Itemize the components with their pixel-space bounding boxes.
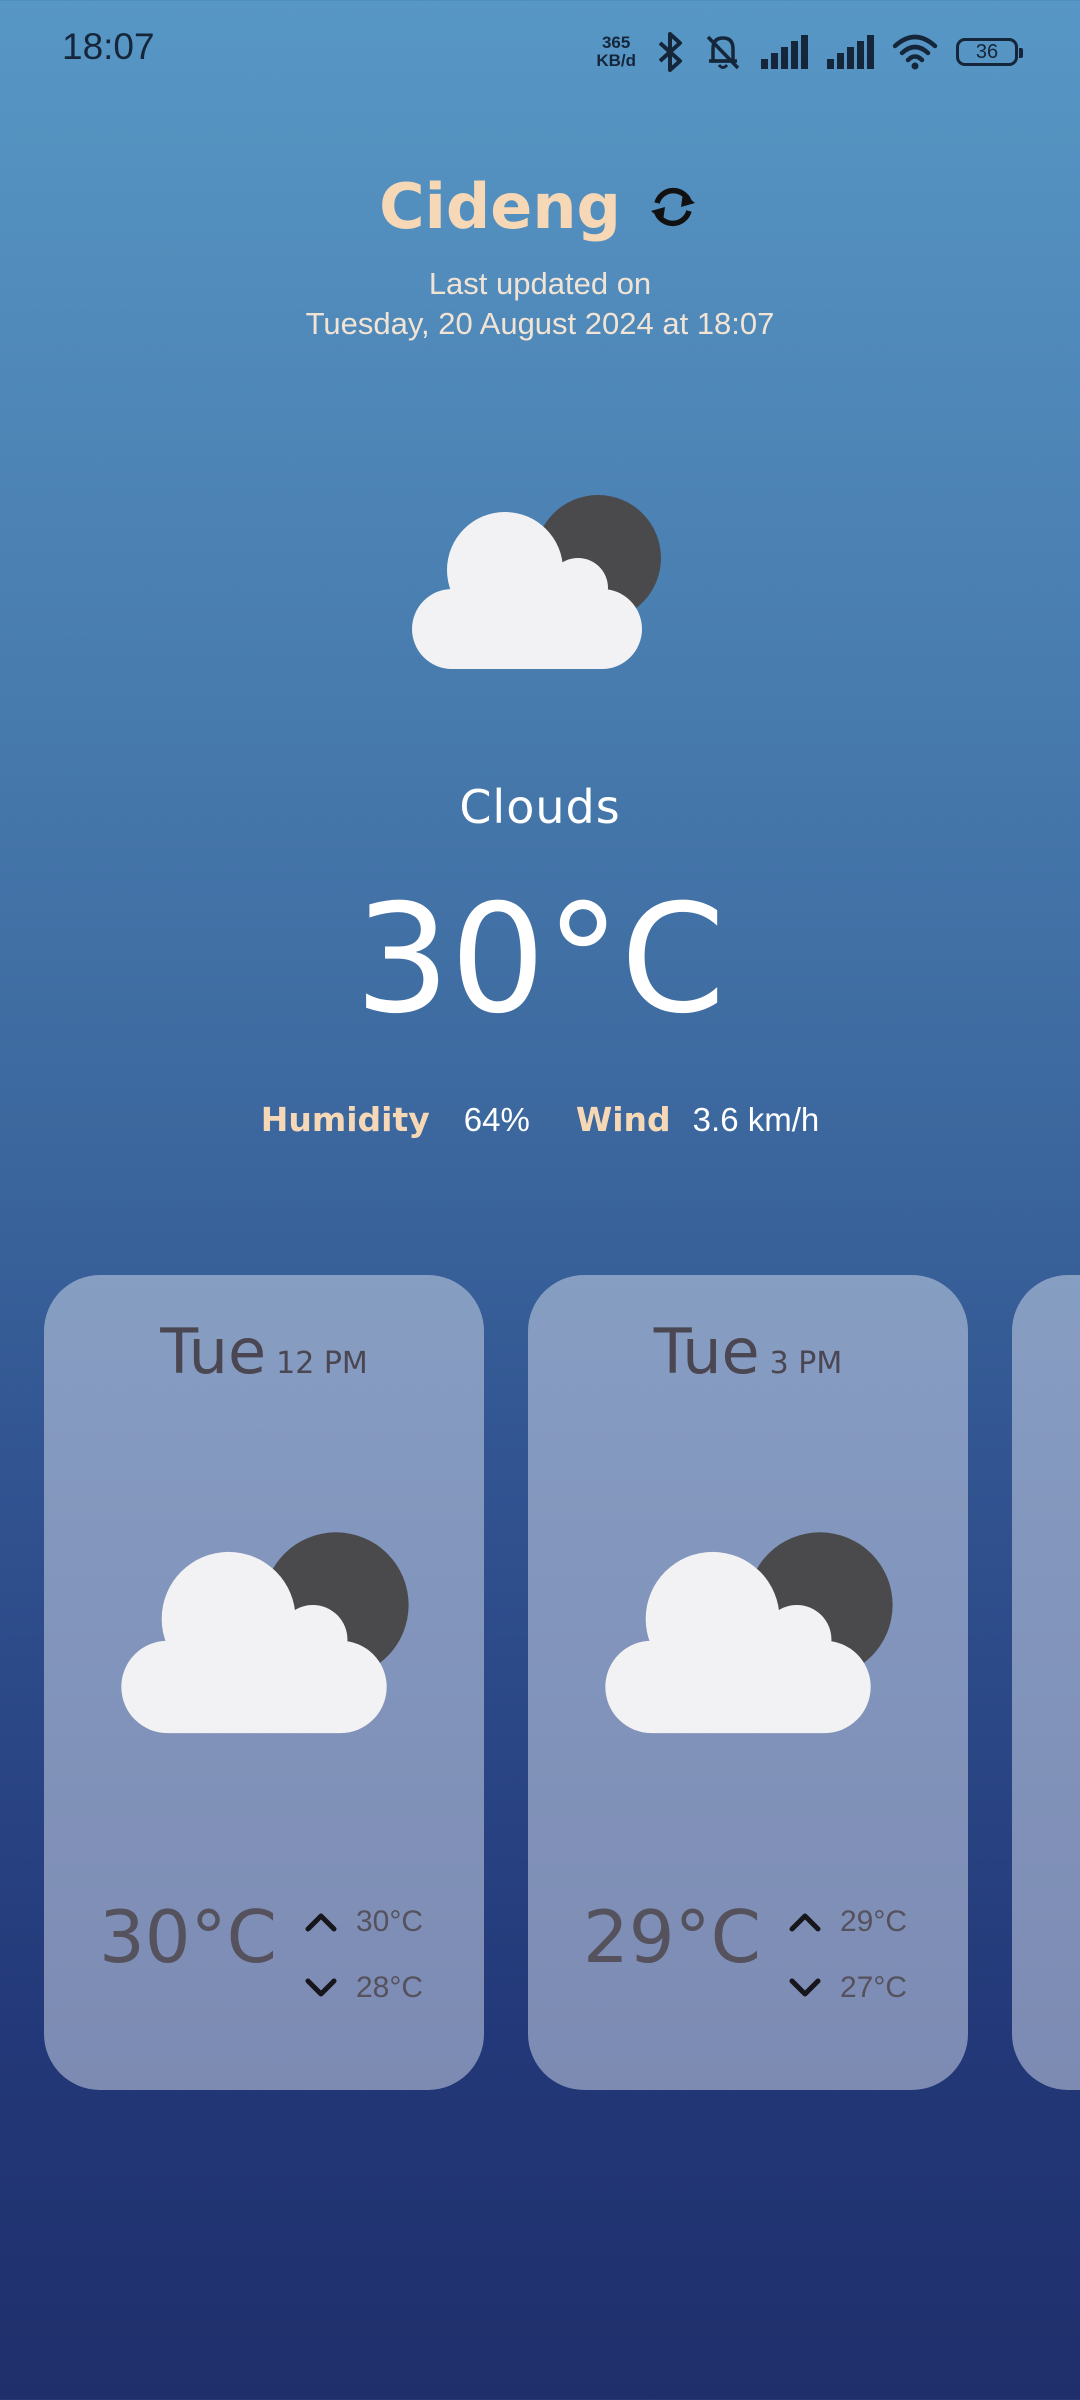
refresh-icon[interactable] (645, 179, 701, 235)
current-temperature: 30°C (354, 873, 726, 1047)
forecast-list[interactable]: Tue 12 PM 30°C 30°C 28°C Tue 3 PM 29°C 29°… (0, 1275, 1080, 2090)
humidity-label: Humidity (260, 1100, 430, 1139)
battery-indicator: 36 (956, 38, 1023, 66)
signal-icon (761, 35, 808, 69)
network-speed: 365 KB/d (596, 34, 636, 70)
chevron-up-icon (304, 1911, 338, 1933)
forecast-low-value: 27°C (840, 1971, 908, 2004)
forecast-header: Tue 3 PM (528, 1315, 968, 1388)
cloud-moon-icon (119, 1525, 419, 1745)
forecast-high-value: 29°C (840, 1905, 908, 1938)
wind-value: 3.6 km/h (692, 1101, 820, 1138)
status-bar: 18:07 365 KB/d 36 (0, 0, 1080, 100)
chevron-down-icon (788, 1977, 822, 1999)
cloud-moon-icon (603, 1525, 903, 1745)
forecast-day: Tue (653, 1315, 760, 1388)
last-updated-time: Tuesday, 20 August 2024 at 18:07 (305, 306, 775, 341)
network-speed-unit: KB/d (596, 51, 636, 70)
forecast-card-partial[interactable] (1012, 1275, 1080, 2090)
forecast-high-value: 30°C (356, 1905, 424, 1938)
forecast-header: Tue 12 PM (44, 1315, 484, 1388)
cloud-moon-icon (410, 494, 670, 674)
forecast-high: 29°C (788, 1905, 907, 1939)
chevron-down-icon (304, 1977, 338, 1999)
last-updated-label: Last updated on (428, 266, 652, 301)
humidity-value: 64% (463, 1101, 530, 1138)
forecast-day: Tue (160, 1315, 267, 1388)
bell-muted-icon (706, 35, 740, 70)
chevron-up-icon (788, 1911, 822, 1933)
battery-level: 36 (975, 40, 999, 63)
bluetooth-icon (658, 32, 682, 72)
forecast-time: 12 PM (276, 1346, 368, 1381)
weather-stats: Humidity 64% Wind 3.6 km/h (0, 1100, 1080, 1139)
weather-condition: Clouds (459, 780, 621, 834)
city-name: Cideng (379, 170, 621, 243)
forecast-high: 30°C (304, 1905, 423, 1939)
forecast-low: 27°C (788, 1971, 907, 2005)
forecast-card[interactable]: Tue 3 PM 29°C 29°C 27°C (528, 1275, 968, 2090)
forecast-temperature: 30°C (99, 1895, 277, 1979)
forecast-temperature: 29°C (583, 1895, 761, 1979)
signal-icon (827, 35, 874, 69)
forecast-low: 28°C (304, 1971, 423, 2005)
forecast-card[interactable]: Tue 12 PM 30°C 30°C 28°C (44, 1275, 484, 2090)
forecast-low-value: 28°C (356, 1971, 424, 2004)
forecast-time: 3 PM (769, 1346, 843, 1381)
wifi-icon (892, 34, 938, 70)
network-speed-value: 365 (601, 33, 631, 52)
wind-label: Wind (575, 1100, 671, 1139)
status-time: 18:07 (62, 26, 155, 67)
status-icons: 365 KB/d 36 (596, 30, 1023, 74)
location-header: Cideng (0, 170, 1080, 243)
